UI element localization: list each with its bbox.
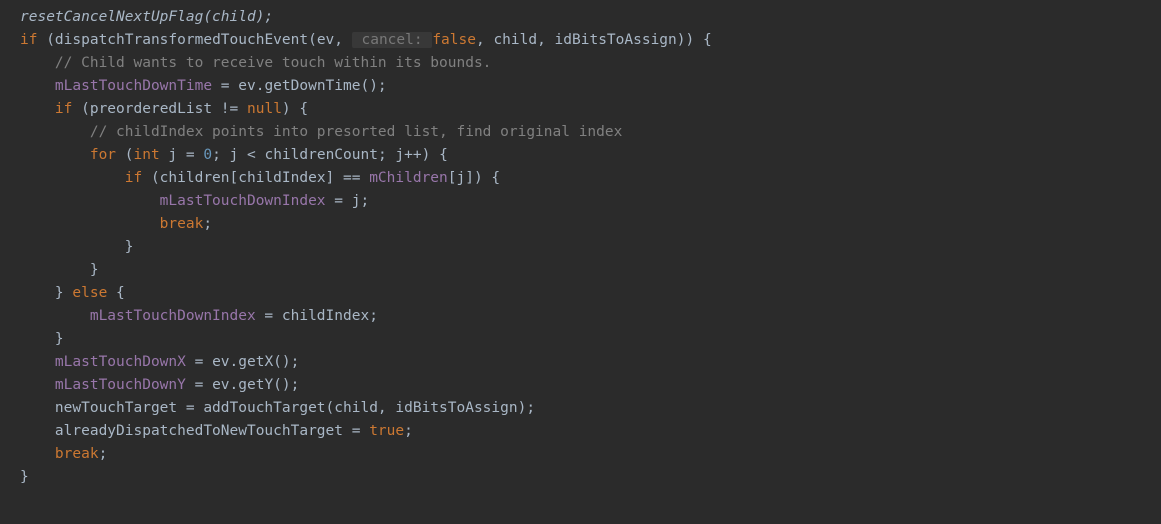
code-text: = ev.getX();: [186, 354, 300, 370]
code-line: mLastTouchDownX = ev.getX();: [0, 351, 1161, 374]
code-text: ;: [404, 423, 413, 439]
code-line: mLastTouchDownY = ev.getY();: [0, 374, 1161, 397]
code-line: break;: [0, 213, 1161, 236]
code-text: }: [20, 469, 29, 485]
code-line: // Child wants to receive touch within i…: [0, 52, 1161, 75]
code-text: newTouchTarget = addTouchTarget(child, i…: [20, 400, 535, 416]
code-text: {: [107, 285, 124, 301]
code-text: }: [20, 239, 134, 255]
method-call: resetCancelNextUpFlag: [20, 9, 203, 25]
code-text: }: [20, 331, 64, 347]
code-text: (preorderedList !=: [72, 101, 247, 117]
code-text: alreadyDispatchedToNewTouchTarget =: [20, 423, 369, 439]
code-text: (: [116, 147, 133, 163]
code-text: ;: [203, 216, 212, 232]
literal-false: false: [432, 32, 476, 48]
comment: // Child wants to receive touch within i…: [20, 55, 491, 71]
code-text: (child);: [203, 9, 273, 25]
code-line: break;: [0, 443, 1161, 466]
comment: // childIndex points into presorted list…: [20, 124, 622, 140]
code-text: }: [20, 285, 72, 301]
code-line: mLastTouchDownIndex = childIndex;: [0, 305, 1161, 328]
code-text: ;: [99, 446, 108, 462]
code-line: // childIndex points into presorted list…: [0, 121, 1161, 144]
hint-label: cancel:: [353, 32, 432, 48]
keyword-if: if: [20, 32, 37, 48]
code-line: for (int j = 0; j < childrenCount; j++) …: [0, 144, 1161, 167]
code-line: }: [0, 259, 1161, 282]
keyword-else: else: [72, 285, 107, 301]
code-line: mLastTouchDownIndex = j;: [0, 190, 1161, 213]
code-text: = childIndex;: [256, 308, 378, 324]
code-text: = ev.getY();: [186, 377, 300, 393]
literal-true: true: [369, 423, 404, 439]
code-line: if (dispatchTransformedTouchEvent(ev, ca…: [0, 29, 1161, 52]
field: mLastTouchDownIndex: [20, 193, 326, 209]
code-line: resetCancelNextUpFlag(child);: [0, 6, 1161, 29]
keyword-if: if: [20, 170, 142, 186]
code-line: mLastTouchDownTime = ev.getDownTime();: [0, 75, 1161, 98]
code-text: (dispatchTransformedTouchEvent(ev,: [37, 32, 351, 48]
code-text: ) {: [282, 101, 308, 117]
code-text: (children[childIndex] ==: [142, 170, 369, 186]
keyword-if: if: [20, 101, 72, 117]
field: mLastTouchDownX: [20, 354, 186, 370]
code-line: } else {: [0, 282, 1161, 305]
field: mLastTouchDownIndex: [20, 308, 256, 324]
field: mLastTouchDownTime: [20, 78, 212, 94]
code-text: = ev.getDownTime();: [212, 78, 387, 94]
code-line: }: [0, 466, 1161, 489]
code-text: , child, idBitsToAssign)) {: [476, 32, 712, 48]
number-literal: 0: [203, 147, 212, 163]
code-text: j =: [160, 147, 204, 163]
param-hint: cancel:: [352, 32, 433, 48]
keyword-null: null: [247, 101, 282, 117]
code-line: alreadyDispatchedToNewTouchTarget = true…: [0, 420, 1161, 443]
code-text: [j]) {: [448, 170, 500, 186]
code-text: }: [20, 262, 99, 278]
keyword-break: break: [20, 446, 99, 462]
code-line: newTouchTarget = addTouchTarget(child, i…: [0, 397, 1161, 420]
field: mLastTouchDownY: [20, 377, 186, 393]
code-editor[interactable]: resetCancelNextUpFlag(child);if (dispatc…: [0, 0, 1161, 489]
code-text: = j;: [326, 193, 370, 209]
code-line: if (children[childIndex] == mChildren[j]…: [0, 167, 1161, 190]
keyword-break: break: [20, 216, 203, 232]
field: mChildren: [369, 170, 448, 186]
code-line: }: [0, 236, 1161, 259]
keyword-for: for: [20, 147, 116, 163]
keyword-int: int: [134, 147, 160, 163]
code-line: }: [0, 328, 1161, 351]
code-text: ; j < childrenCount; j++) {: [212, 147, 448, 163]
code-line: if (preorderedList != null) {: [0, 98, 1161, 121]
